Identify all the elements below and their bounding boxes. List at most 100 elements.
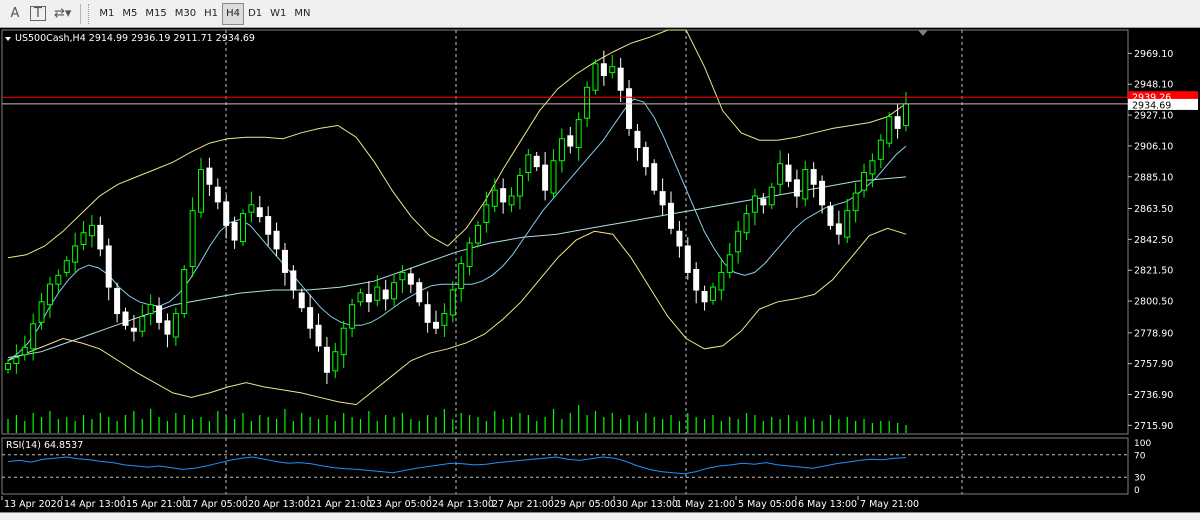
candle-bear <box>130 327 137 332</box>
timeframe-button-m30[interactable]: M30 <box>171 3 200 25</box>
y-axis-tick-label: 2757.90 <box>1134 359 1173 370</box>
rsi-level-label: 70 <box>1134 451 1146 461</box>
candle-bull <box>474 224 481 244</box>
candle-bear <box>827 205 834 226</box>
time-axis: 13 Apr 2020 14 Apr 13:00 15 Apr 21:00 17 Ap… <box>0 496 1200 512</box>
candle-bull <box>592 63 599 91</box>
candle-bull <box>21 346 28 356</box>
candle-bull <box>391 282 398 300</box>
candle-bear <box>600 63 607 77</box>
x-axis-tick-label: 17 Apr 05:00 <box>186 499 248 510</box>
shapes-tool-icon[interactable]: ⇄▾ <box>50 3 75 25</box>
candle-bear <box>668 202 675 229</box>
candle-bear <box>542 164 549 191</box>
y-axis-tick-label: 2821.50 <box>1134 266 1173 277</box>
candle-bull <box>735 230 742 253</box>
candle-bear <box>156 305 163 323</box>
chart-area[interactable]: 2969.10 2948.10 2927.10 2906.10 2885.10 2863.… <box>0 28 1200 496</box>
candle-bull <box>441 313 448 326</box>
candle-bull <box>743 213 750 234</box>
chart-toolbar: A T ⇄▾ M1 M5 M15 M30 H1 H4 D1 W1 MN <box>0 0 1200 28</box>
candle-bear <box>290 270 297 291</box>
y-axis-tick-label: 2927.10 <box>1134 111 1173 122</box>
timeframe-button-w1[interactable]: W1 <box>266 3 290 25</box>
candle-bull <box>80 232 87 245</box>
rsi-level-label: 0 <box>1134 486 1140 496</box>
x-axis-tick-label: 7 May 21:00 <box>860 499 919 510</box>
candle-bear <box>307 307 314 329</box>
y-axis-tick-label: 2863.50 <box>1134 204 1173 215</box>
candle-bear <box>164 320 171 335</box>
x-axis-tick-label: 30 Apr 13:00 <box>616 499 678 510</box>
candle-bear <box>567 135 574 147</box>
rsi-line <box>7 456 907 475</box>
timeframe-button-h4[interactable]: H4 <box>222 2 245 25</box>
candle-bull <box>516 174 523 197</box>
candle-bear <box>684 245 691 273</box>
rsi-label: RSI(14) 64.8537 <box>6 440 83 451</box>
candle-bull <box>30 323 37 350</box>
candle-bull <box>46 283 53 306</box>
candle-bear <box>894 116 901 129</box>
candle-bull <box>13 357 20 364</box>
candle-bull <box>886 116 893 144</box>
x-axis-tick-label: 5 May 05:00 <box>738 499 797 510</box>
timeframe-button-m5[interactable]: M5 <box>118 3 141 25</box>
candle-bull <box>466 242 473 268</box>
candle-bear <box>626 88 633 129</box>
candle-bull <box>55 274 62 285</box>
time-axis-labels: 13 Apr 2020 14 Apr 13:00 15 Apr 21:0017 Ap… <box>1 496 919 510</box>
candle-bear <box>651 163 658 191</box>
toolbar-grip[interactable] <box>88 3 91 24</box>
candle-bear <box>416 282 423 303</box>
candle-bear <box>265 216 272 235</box>
y-axis-tick-label: 2885.10 <box>1134 172 1173 183</box>
candle-bear <box>315 324 322 347</box>
x-axis-tick-label: 27 Apr 21:00 <box>492 499 554 510</box>
timeframe-button-m1[interactable]: M1 <box>95 3 118 25</box>
text-tool-icon[interactable]: A <box>4 3 26 25</box>
candle-bear <box>835 223 842 235</box>
text-label-tool-icon[interactable]: T <box>26 3 50 25</box>
candle-bull <box>491 189 498 207</box>
candle-bear <box>298 292 305 309</box>
candle-bear <box>424 304 431 323</box>
candle-bull <box>718 271 725 291</box>
candle-bull <box>508 195 515 206</box>
candle-bull <box>181 268 188 315</box>
price-chart[interactable]: 2969.10 2948.10 2927.10 2906.10 2885.10 2863.… <box>0 28 1200 496</box>
candle-bull <box>802 169 809 200</box>
candle-bull <box>869 160 876 175</box>
candle-bull <box>550 160 557 194</box>
x-axis-tick-label: 13 Apr 2020 <box>4 499 63 510</box>
y-axis-tick-label: 2842.50 <box>1134 235 1173 246</box>
candle-bear <box>407 273 414 285</box>
timeframe-button-d1[interactable]: D1 <box>244 3 266 25</box>
candle-bull <box>349 304 356 329</box>
current-price-tag: 2934.69 <box>1132 100 1171 111</box>
candle-bear <box>617 67 624 91</box>
status-bar <box>0 512 1200 520</box>
candle-bull <box>332 351 339 372</box>
candle-bull <box>248 204 255 213</box>
x-axis-tick-label: 20 Apr 13:00 <box>248 499 310 510</box>
candle-bull <box>38 301 45 323</box>
candle-bear <box>97 224 104 250</box>
candle-bear <box>122 311 129 326</box>
candle-bear <box>114 288 121 315</box>
timeframe-button-m15[interactable]: M15 <box>141 3 170 25</box>
candle-bull <box>877 139 884 160</box>
timeframe-button-mn[interactable]: MN <box>290 3 314 25</box>
x-axis-tick-label: 14 Apr 13:00 <box>64 499 126 510</box>
candle-bull <box>139 315 146 332</box>
x-axis-tick-label: 23 Apr 05:00 <box>370 499 432 510</box>
candle-bull <box>72 245 79 263</box>
candle-bear <box>231 221 238 241</box>
candle-bull <box>374 286 381 301</box>
x-axis-tick-label: 6 May 13:00 <box>798 499 857 510</box>
candle-bear <box>810 169 817 185</box>
y-axis-tick-label: 2736.90 <box>1134 390 1173 401</box>
timeframe-button-h1[interactable]: H1 <box>200 3 222 25</box>
candle-bear <box>256 207 263 218</box>
candle-bear <box>676 230 683 247</box>
